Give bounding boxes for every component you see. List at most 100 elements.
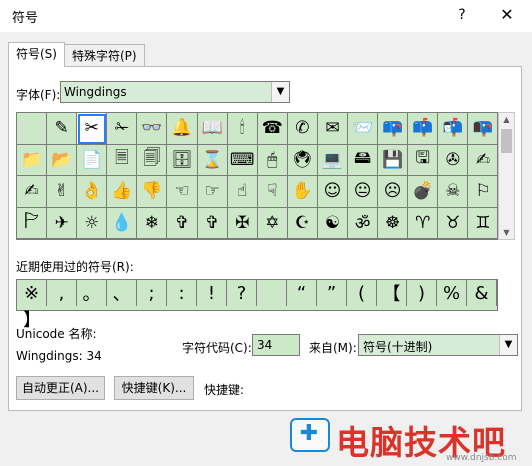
symbol-cell[interactable]: 📪 <box>378 113 409 145</box>
close-button[interactable]: ✕ <box>495 4 519 26</box>
symbol-cell[interactable]: 👓 <box>137 113 168 145</box>
autocorrect-button[interactable]: 自动更正(A)... <box>16 376 105 400</box>
symbol-cell[interactable]: ⚐ <box>468 176 499 208</box>
recent-symbol-cell[interactable]: : <box>167 280 197 306</box>
symbol-cell[interactable]: ✡ <box>257 207 288 239</box>
symbol-cell[interactable]: 💻 <box>317 144 349 176</box>
from-dropdown[interactable]: 符号(十进制) ▼ <box>358 334 518 356</box>
symbol-cell[interactable]: ✠ <box>227 207 258 239</box>
symbol-cell[interactable]: ✈ <box>47 207 78 239</box>
symbol-cell[interactable]: ☜ <box>167 176 198 208</box>
symbol-cell[interactable]: ✌ <box>47 176 78 208</box>
recent-symbol-cell[interactable]: ! <box>197 280 227 306</box>
symbol-cell[interactable]: ॐ <box>348 207 379 239</box>
symbol-cell[interactable]: 💾 <box>378 144 409 176</box>
recent-symbol-cell[interactable]: 、 <box>107 280 137 306</box>
symbol-cell[interactable]: ✋ <box>287 176 318 208</box>
chevron-down-icon[interactable]: ▼ <box>271 82 289 102</box>
symbol-cell[interactable]: 💧 <box>107 207 138 239</box>
symbol-cell[interactable]: ✉ <box>317 113 349 145</box>
recent-symbol-cell[interactable]: ; <box>137 280 167 306</box>
symbol-cell[interactable]: ☯ <box>317 207 349 239</box>
symbol-cell[interactable]: 📖 <box>197 113 228 145</box>
symbol-cell[interactable]: ✆ <box>287 113 318 145</box>
recent-symbol-cell[interactable]: , <box>47 280 77 306</box>
symbol-cell[interactable] <box>17 113 48 145</box>
tab-special-characters[interactable]: 特殊字符(P) <box>64 44 145 67</box>
symbol-cell[interactable]: ☼ <box>77 207 108 239</box>
symbol-cell[interactable]: 👌 <box>77 176 108 208</box>
symbol-cell[interactable]: ☝ <box>227 176 258 208</box>
recent-symbol-cell[interactable]: 【 <box>377 280 407 306</box>
symbol-cell[interactable]: 🗏 <box>107 144 138 176</box>
symbol-cell[interactable]: ☎ <box>257 113 288 145</box>
scroll-thumb[interactable] <box>501 129 512 153</box>
symbol-cell[interactable]: ❄ <box>137 207 168 239</box>
symbol-grid[interactable]: ✎ ✂ ✁ 👓 🔔 📖 🕯 ☎ ✆ ✉ 📨 📪 📫 📬 📭 📁 📂 📄 🗏 🗐 🗄 ⌛ ⌨ 🖱 🖲 💻 🖴 💾 🖫 ✇ ✍ ✍ ✌ 👌 👍 👎 ☜ ☞ ☝ ☟… <box>16 112 499 240</box>
symbol-cell[interactable]: ☹ <box>378 176 409 208</box>
title-bar: 符号 ? ✕ <box>0 0 532 32</box>
symbol-cell[interactable]: ✇ <box>438 144 469 176</box>
symbol-cell[interactable]: ⌛ <box>197 144 228 176</box>
symbol-cell[interactable]: 📄 <box>77 144 108 176</box>
chevron-down-icon[interactable]: ▼ <box>499 335 517 355</box>
symbol-cell[interactable]: 🕯 <box>227 113 258 145</box>
symbol-cell[interactable]: ♈ <box>408 207 439 239</box>
symbol-cell[interactable]: 📨 <box>348 113 379 145</box>
symbol-cell[interactable]: 📬 <box>438 113 469 145</box>
symbol-cell[interactable]: 💣 <box>408 176 439 208</box>
tab-symbols[interactable]: 符号(S) <box>8 42 65 67</box>
symbol-cell[interactable]: 🖴 <box>348 144 379 176</box>
symbol-cell[interactable]: ✍ <box>468 144 499 176</box>
font-dropdown[interactable]: Wingdings ▼ <box>60 81 290 103</box>
symbol-cell[interactable]: 🔔 <box>167 113 198 145</box>
symbol-cell[interactable]: ☺ <box>317 176 349 208</box>
symbol-cell[interactable]: 📫 <box>408 113 439 145</box>
symbol-cell[interactable]: ☞ <box>197 176 228 208</box>
symbol-cell[interactable]: 📂 <box>47 144 78 176</box>
symbol-cell[interactable]: ☸ <box>378 207 409 239</box>
recent-symbol-cell[interactable]: ” <box>317 280 347 306</box>
symbol-cell[interactable]: ✍ <box>17 176 48 208</box>
recent-symbol-cell[interactable]: ? <box>227 280 257 306</box>
symbol-cell[interactable]: ✂ <box>77 113 108 145</box>
recent-symbol-cell[interactable]: ( <box>347 280 377 306</box>
recent-symbol-cell[interactable]: % <box>437 280 467 306</box>
recent-symbol-cell[interactable]: ※ <box>17 280 47 306</box>
symbol-cell[interactable]: 👎 <box>137 176 168 208</box>
recent-symbol-cell[interactable]: ) <box>407 280 437 306</box>
symbol-grid-scrollbar[interactable]: ▲ ▼ <box>498 112 515 240</box>
symbol-cell[interactable]: 🖲 <box>287 144 318 176</box>
recent-symbol-cell[interactable]: “ <box>287 280 317 306</box>
recent-symbol-cell[interactable] <box>257 280 287 306</box>
recent-symbols-grid[interactable]: ※,。、;:!? “”(【)% &】 <box>16 279 498 331</box>
symbol-cell[interactable]: 🖱 <box>257 144 288 176</box>
symbol-cell[interactable]: ☪ <box>287 207 318 239</box>
recent-symbol-cell[interactable]: 。 <box>77 280 107 306</box>
symbol-cell[interactable]: 🗄 <box>167 144 198 176</box>
symbol-cell[interactable]: 📁 <box>17 144 48 176</box>
symbol-cell[interactable]: 🖫 <box>408 144 439 176</box>
symbol-cell[interactable]: ♉ <box>438 207 469 239</box>
scroll-down-icon[interactable]: ▼ <box>499 228 514 237</box>
symbol-cell[interactable]: ⌨ <box>227 144 258 176</box>
font-label: 字体(F): <box>16 88 61 102</box>
symbol-cell[interactable]: 👍 <box>107 176 138 208</box>
help-button[interactable]: ? <box>450 4 474 26</box>
symbol-cell[interactable]: ♊ <box>468 207 499 239</box>
symbol-cell[interactable]: ☠ <box>438 176 469 208</box>
recent-symbols-label: 近期使用过的符号(R): <box>16 260 134 274</box>
symbol-cell[interactable]: 📭 <box>468 113 499 145</box>
symbol-cell[interactable]: 🏱 <box>17 207 48 239</box>
symbol-cell[interactable]: ✁ <box>107 113 138 145</box>
symbol-cell[interactable]: ✞ <box>167 207 198 239</box>
symbol-cell[interactable]: 😐 <box>348 176 379 208</box>
character-code-input[interactable]: 34 <box>252 334 300 356</box>
symbol-cell[interactable]: 🗐 <box>137 144 168 176</box>
symbol-cell[interactable]: ☟ <box>257 176 288 208</box>
recent-symbol-cell[interactable]: & <box>467 280 497 306</box>
shortcut-key-button[interactable]: 快捷键(K)... <box>114 376 194 400</box>
symbol-cell[interactable]: ✎ <box>47 113 78 145</box>
symbol-cell[interactable]: ✞ <box>197 207 228 239</box>
scroll-up-icon[interactable]: ▲ <box>499 115 514 124</box>
